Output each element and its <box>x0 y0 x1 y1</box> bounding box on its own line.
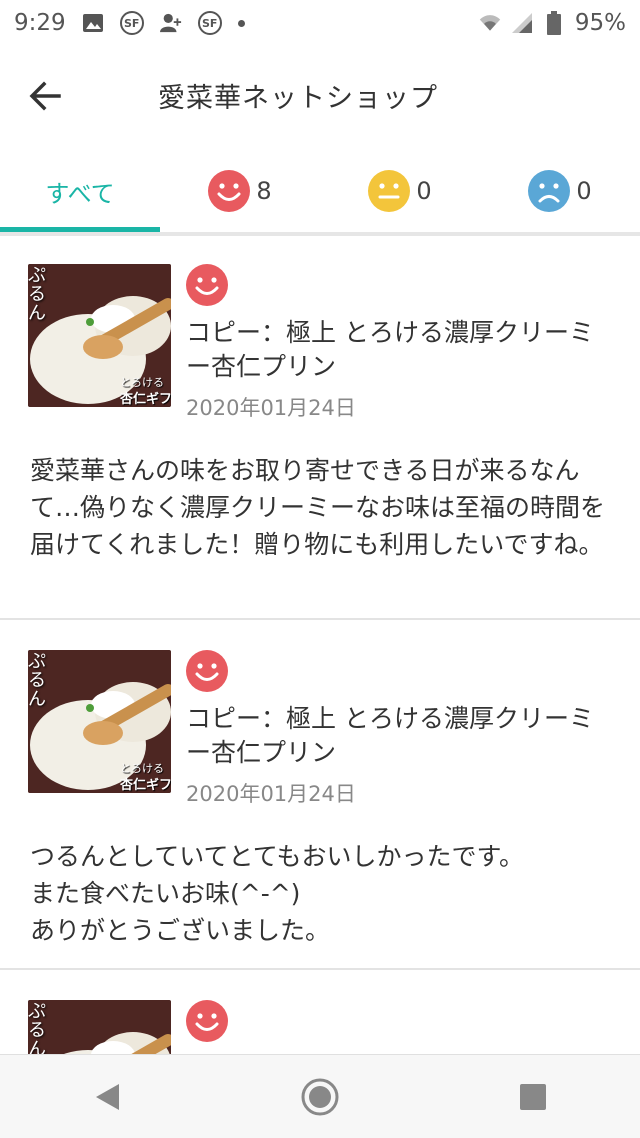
review-date: 2020年01月24日 <box>186 782 356 806</box>
thumb-caption-bottom: 杏仁ギフト <box>120 392 171 407</box>
smile-face-icon <box>208 170 251 212</box>
thumb-caption-top: ぷるん <box>28 651 46 710</box>
sf-app-icon: SF <box>119 11 144 35</box>
sad-face-icon <box>528 170 571 212</box>
status-bar: 9:29 SF SF 95% <box>0 0 640 46</box>
nav-recents-icon[interactable] <box>508 1072 558 1122</box>
thumb-caption-top: ぷるん <box>28 1001 46 1054</box>
product-name[interactable]: コピー：極上 とろける濃厚クリーミー杏仁プリン <box>186 316 606 384</box>
battery-percent: 95% <box>574 10 626 36</box>
thumb-caption-bottom: 杏仁ギフト <box>120 778 171 793</box>
tab-negative-count: 0 <box>576 177 592 205</box>
tab-all[interactable]: すべて <box>0 150 160 232</box>
arrow-left-icon[interactable] <box>26 76 66 116</box>
sf-app-icon-2: SF <box>197 11 222 35</box>
wifi-icon <box>479 12 501 34</box>
thumb-caption-top: ぷるん <box>28 265 46 324</box>
notification-dot-icon <box>237 19 245 27</box>
image-icon <box>82 12 104 34</box>
tab-neutral[interactable]: 0 <box>320 150 480 232</box>
product-thumbnail[interactable]: ぷるん とろける 杏仁ギフト <box>28 264 171 407</box>
tab-positive-count: 8 <box>256 177 272 205</box>
smile-face-icon <box>186 650 228 692</box>
product-thumbnail[interactable]: ぷるん とろける 杏仁ギフト <box>28 650 171 793</box>
tab-positive[interactable]: 8 <box>160 150 320 232</box>
review-item[interactable]: ぷるん とろける 杏仁ギフト コピー：極上 とろける濃厚クリーミー杏仁プリン 2… <box>0 622 640 970</box>
battery-icon <box>543 11 565 35</box>
tab-all-label: すべて <box>45 179 115 208</box>
page-title: 愛菜華ネットショップ <box>158 83 438 114</box>
smile-face-icon <box>186 1000 228 1042</box>
tab-neutral-count: 0 <box>416 177 432 205</box>
product-name[interactable]: コピー：極上 とろける濃厚クリーミー杏仁プリン <box>186 702 606 770</box>
rating-filter-tabs: すべて 8 0 0 <box>0 150 640 232</box>
app-bar: 愛菜華ネットショップ <box>0 46 640 142</box>
neutral-face-icon <box>368 170 411 212</box>
product-thumbnail[interactable]: ぷるん <box>28 1000 171 1054</box>
signal-icon <box>511 12 533 34</box>
tab-negative[interactable]: 0 <box>480 150 640 232</box>
add-person-icon <box>159 12 182 34</box>
system-nav-bar <box>0 1054 640 1138</box>
review-item[interactable]: ぷるん <box>0 972 640 1054</box>
status-time: 9:29 <box>14 10 66 36</box>
nav-back-icon[interactable] <box>82 1072 132 1122</box>
review-body: 愛菜華さんの味をお取り寄せできる日が来るなんて…偽りなく濃厚クリーミーなお味は至… <box>30 456 606 559</box>
review-body: つるんとしていてとてもおいしかったです。 また食べたいお味(^-^) ありがとう… <box>30 842 525 945</box>
nav-home-icon[interactable] <box>295 1072 345 1122</box>
review-date: 2020年01月24日 <box>186 396 356 420</box>
smile-face-icon <box>186 264 228 306</box>
review-item[interactable]: ぷるん とろける 杏仁ギフト コピー：極上 とろける濃厚クリーミー杏仁プリン 2… <box>0 236 640 620</box>
